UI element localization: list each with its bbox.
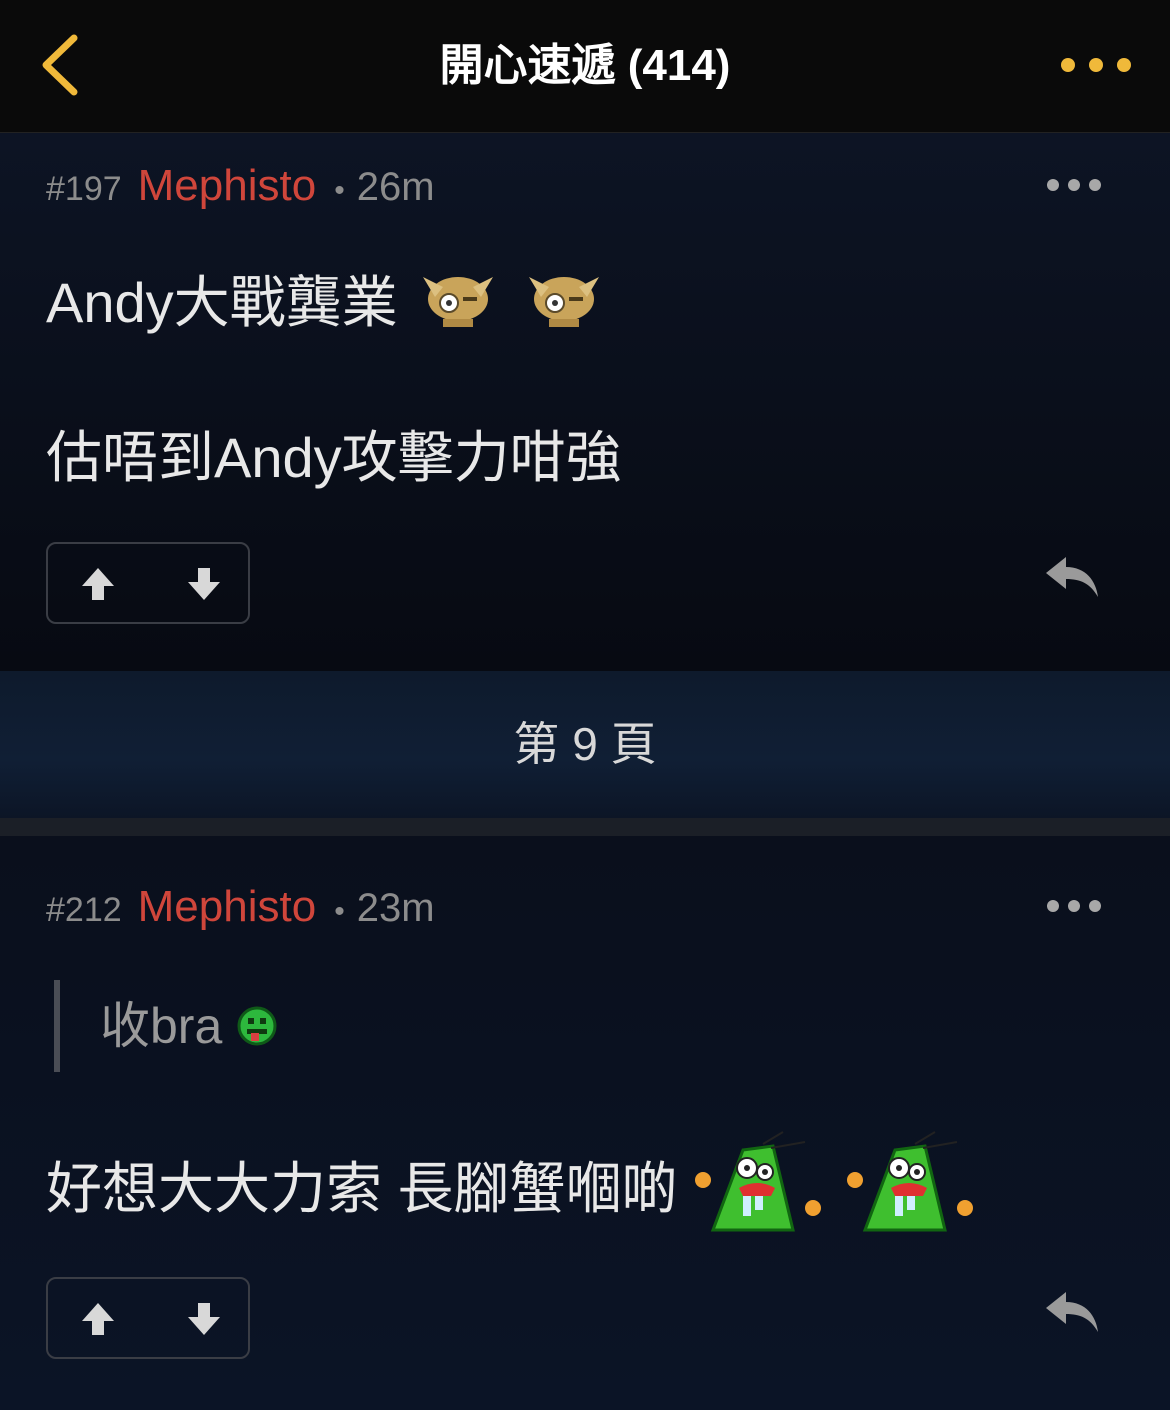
post-content-line: Andy大戰龔業 xyxy=(46,267,609,347)
post-212: #212 Mephisto • 23m 收bra 好想大大力索 長腳蟹嗰啲 xyxy=(0,836,1170,1410)
post-author[interactable]: Mephisto xyxy=(138,161,317,210)
thread-title: 開心速遞 (414) xyxy=(439,41,731,90)
post-more-button[interactable] xyxy=(1046,175,1102,195)
post-number: #212 xyxy=(46,891,122,929)
quoted-post[interactable]: 收bra xyxy=(54,980,278,1072)
post-meta: #197 Mephisto • 26m xyxy=(46,161,435,211)
reply-button[interactable] xyxy=(1042,1288,1102,1336)
upvote-button[interactable] xyxy=(76,562,120,606)
more-horizontal-icon xyxy=(1047,900,1101,912)
arrow-down-icon xyxy=(188,1303,220,1335)
post-197: #197 Mephisto • 26m Andy大戰龔業 估唔到Andy攻擊力咁… xyxy=(0,133,1170,671)
page-divider: 第 9 頁 xyxy=(0,671,1170,818)
reply-icon xyxy=(1046,557,1098,597)
green-monster-emoji xyxy=(693,1130,829,1256)
post-content-line: 好想大大力索 長腳蟹嗰啲 xyxy=(46,1130,981,1256)
post-text: 好想大大力索 長腳蟹嗰啲 xyxy=(46,1156,678,1220)
post-meta: #212 Mephisto • 23m xyxy=(46,882,435,932)
page-label: 第 9 頁 xyxy=(513,718,657,770)
reply-button[interactable] xyxy=(1042,553,1102,601)
arrow-down-icon xyxy=(188,568,220,600)
post-text: 估唔到Andy攻擊力咁強 xyxy=(46,426,622,489)
post-more-button[interactable] xyxy=(1046,896,1102,916)
arrow-up-icon xyxy=(82,568,114,600)
green-face-emoji xyxy=(236,984,278,1076)
upvote-button[interactable] xyxy=(76,1297,120,1341)
post-text: Andy大戰龔業 xyxy=(46,270,398,334)
vote-control xyxy=(46,542,250,624)
more-horizontal-icon xyxy=(1047,179,1101,191)
more-horizontal-icon xyxy=(1061,58,1131,72)
post-time: 26m xyxy=(356,165,435,209)
reply-icon xyxy=(1046,1292,1098,1332)
navigation-bar: 開心速遞 (414) xyxy=(0,0,1170,133)
downvote-button[interactable] xyxy=(182,1297,226,1341)
green-monster-emoji xyxy=(845,1130,981,1256)
meta-separator: • xyxy=(334,174,345,207)
vote-control xyxy=(46,1277,250,1359)
post-time: 23m xyxy=(356,886,435,930)
thread-more-button[interactable] xyxy=(1058,50,1134,80)
quote-text: 收bra xyxy=(100,998,223,1054)
golden-creature-emoji xyxy=(413,267,503,347)
post-author[interactable]: Mephisto xyxy=(138,882,317,931)
downvote-button[interactable] xyxy=(182,562,226,606)
post-number: #197 xyxy=(46,170,122,208)
arrow-up-icon xyxy=(82,1303,114,1335)
meta-separator: • xyxy=(334,895,345,928)
section-separator xyxy=(0,818,1170,836)
golden-creature-emoji xyxy=(519,267,609,347)
